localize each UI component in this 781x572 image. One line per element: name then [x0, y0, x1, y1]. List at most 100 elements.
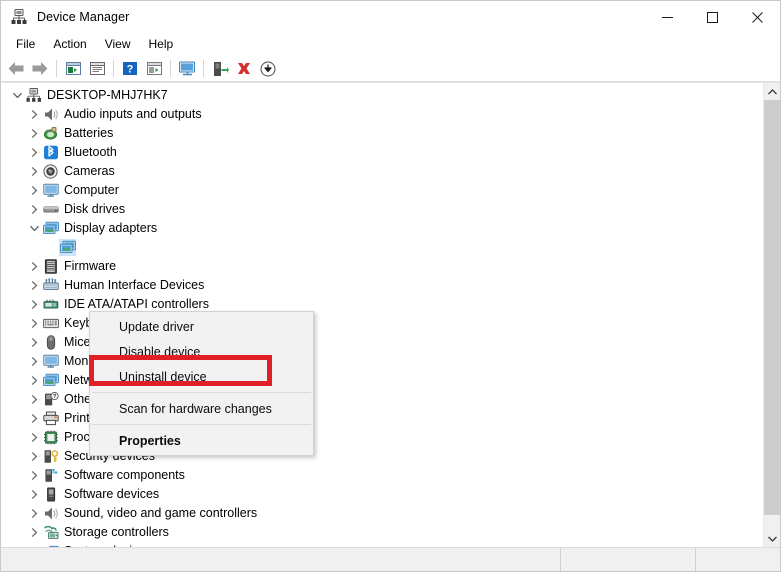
uninstall-device-icon[interactable] [232, 58, 256, 80]
scrollbar-track[interactable] [764, 100, 780, 530]
chevron-down-icon[interactable] [26, 219, 42, 238]
window-controls [645, 1, 780, 33]
tree-row[interactable] [1, 238, 763, 257]
minimize-button[interactable] [645, 1, 690, 33]
network-adapter-icon [42, 372, 59, 389]
chevron-right-icon[interactable] [26, 143, 42, 162]
tree-row[interactable]: Storage controllers [1, 523, 763, 542]
printer-icon [42, 410, 59, 427]
chevron-right-icon[interactable] [26, 390, 42, 409]
tree-row-label: Firmware [64, 259, 117, 273]
chevron-right-icon[interactable] [26, 124, 42, 143]
scroll-up-arrow-icon[interactable] [764, 83, 780, 100]
properties-icon[interactable] [85, 58, 109, 80]
chevron-right-icon[interactable] [26, 409, 42, 428]
chevron-right-icon[interactable] [26, 295, 42, 314]
device-manager-icon [11, 9, 28, 25]
chevron-right-icon[interactable] [26, 105, 42, 124]
tree-row[interactable]: Bluetooth [1, 143, 763, 162]
software-device-icon [42, 486, 59, 503]
status-cell-3 [696, 548, 780, 571]
tree-row-label: Software devices [64, 487, 160, 501]
ctx-separator-2 [92, 424, 311, 425]
chevron-right-icon[interactable] [26, 466, 42, 485]
maximize-button[interactable] [690, 1, 735, 33]
tree-row-label: Cameras [64, 164, 115, 178]
tree-row[interactable]: Software components [1, 466, 763, 485]
ctx-properties[interactable]: Properties [90, 428, 313, 453]
processor-icon [42, 429, 59, 446]
chevron-down-icon[interactable] [9, 86, 25, 105]
menu-file[interactable]: File [7, 35, 44, 54]
help-icon[interactable]: ? [118, 58, 142, 80]
ctx-separator-1 [92, 392, 311, 393]
security-device-icon [42, 448, 59, 465]
tree-row-label: Audio inputs and outputs [64, 107, 202, 121]
ctx-uninstall-device[interactable]: Uninstall device [90, 364, 313, 389]
ctx-update-driver[interactable]: Update driver [90, 314, 313, 339]
tree-row-label: DESKTOP-MHJ7HK7 [47, 88, 168, 102]
chevron-right-icon[interactable] [26, 276, 42, 295]
menu-help[interactable]: Help [140, 35, 183, 54]
menu-view[interactable]: View [96, 35, 140, 54]
tree-row-label: Human Interface Devices [64, 278, 205, 292]
tree-root-row[interactable]: DESKTOP-MHJ7HK7 [1, 86, 763, 105]
chevron-right-icon[interactable] [26, 333, 42, 352]
close-button[interactable] [735, 1, 780, 33]
enable-device-icon[interactable] [208, 58, 232, 80]
bluetooth-icon [42, 144, 59, 161]
tree-row[interactable]: Batteries [1, 124, 763, 143]
software-component-icon [42, 467, 59, 484]
vertical-scrollbar[interactable] [763, 83, 780, 547]
chevron-right-icon[interactable] [26, 542, 42, 547]
show-hide-console-tree-icon[interactable] [61, 58, 85, 80]
mouse-icon [42, 334, 59, 351]
ctx-scan-hardware-changes[interactable]: Scan for hardware changes [90, 396, 313, 421]
menu-action[interactable]: Action [44, 35, 95, 54]
chevron-right-icon[interactable] [26, 504, 42, 523]
chevron-right-icon[interactable] [26, 200, 42, 219]
tree-row-label: Display adapters [64, 221, 158, 235]
chevron-right-icon[interactable] [26, 162, 42, 181]
scrollbar-thumb[interactable] [764, 100, 780, 515]
tree-row[interactable]: Firmware [1, 257, 763, 276]
scroll-down-arrow-icon[interactable] [764, 530, 780, 547]
tree-row[interactable]: Audio inputs and outputs [1, 105, 763, 124]
status-bar [1, 547, 780, 571]
window-title: Device Manager [37, 10, 130, 24]
chevron-right-icon[interactable] [26, 352, 42, 371]
forward-icon[interactable] [28, 58, 52, 80]
toolbar-separator-3 [170, 60, 171, 77]
tree-row[interactable]: System devices [1, 542, 763, 547]
context-menu[interactable]: Update driver Disable device Uninstall d… [89, 311, 314, 456]
display-adapter-child-icon [59, 239, 76, 256]
update-driver-icon[interactable] [142, 58, 166, 80]
svg-text:?: ? [127, 64, 134, 76]
back-icon[interactable] [4, 58, 28, 80]
disable-device-icon[interactable] [256, 58, 280, 80]
tree-row[interactable]: Sound, video and game controllers [1, 504, 763, 523]
chevron-right-icon[interactable] [26, 428, 42, 447]
chevron-right-icon[interactable] [26, 181, 42, 200]
tree-row[interactable]: Display adapters [1, 219, 763, 238]
tree-row[interactable]: Software devices [1, 485, 763, 504]
chevron-right-icon[interactable] [26, 485, 42, 504]
scan-for-hardware-changes-icon[interactable] [175, 58, 199, 80]
hid-icon [42, 277, 59, 294]
chevron-right-icon[interactable] [26, 257, 42, 276]
tree-row[interactable]: Disk drives [1, 200, 763, 219]
tree-row[interactable]: Computer [1, 181, 763, 200]
tree-row[interactable]: Cameras [1, 162, 763, 181]
display-adapter-icon [42, 220, 59, 237]
speaker-icon [42, 106, 59, 123]
tree-row-label: Bluetooth [64, 145, 117, 159]
storage-controller-icon [42, 524, 59, 541]
chevron-right-icon[interactable] [26, 314, 42, 333]
tree-row[interactable]: Human Interface Devices [1, 276, 763, 295]
menu-bar: File Action View Help [1, 33, 780, 56]
ctx-disable-device[interactable]: Disable device [90, 339, 313, 364]
chevron-right-icon[interactable] [26, 447, 42, 466]
chevron-right-icon[interactable] [26, 523, 42, 542]
chevron-right-icon[interactable] [26, 371, 42, 390]
